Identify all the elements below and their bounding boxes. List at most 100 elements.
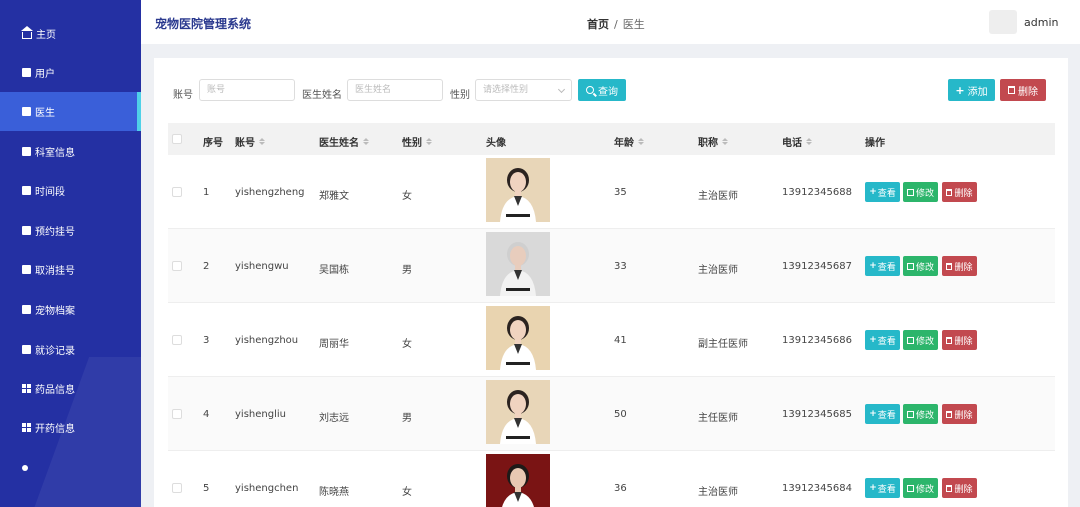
- view-button[interactable]: + 查看: [865, 182, 900, 202]
- row-checkbox[interactable]: [172, 409, 182, 419]
- cell-name: 周丽华: [319, 339, 349, 350]
- row-delete-button[interactable]: 删除: [942, 330, 977, 350]
- account-input[interactable]: [199, 79, 295, 101]
- sidebar-item-user[interactable]: 用户: [0, 53, 141, 92]
- header: 宠物医院管理系统 首页 / 医生 admin: [141, 0, 1080, 44]
- cell-title: 主治医师: [698, 487, 738, 498]
- sort-icon[interactable]: [363, 138, 369, 145]
- add-button[interactable]: + 添加: [948, 79, 995, 101]
- header-age[interactable]: 年龄: [614, 134, 644, 149]
- sidebar-item-label: 科室信息: [35, 148, 75, 159]
- cell-age: 41: [614, 335, 627, 346]
- view-button[interactable]: + 查看: [865, 478, 900, 498]
- cell-title: 主治医师: [698, 191, 738, 202]
- doctor-name-label: 医生姓名: [302, 90, 342, 101]
- header-gender[interactable]: 性别: [402, 134, 432, 149]
- row-checkbox[interactable]: [172, 187, 182, 197]
- edit-icon: [906, 410, 914, 418]
- cell-index: 4: [203, 409, 210, 420]
- avatar[interactable]: [989, 10, 1017, 34]
- prescription-icon: [22, 423, 31, 432]
- breadcrumb-home[interactable]: 首页: [587, 18, 609, 31]
- trash-icon: [946, 410, 953, 418]
- sidebar-item-department[interactable]: 科室信息: [0, 132, 141, 171]
- edit-button[interactable]: 修改: [903, 330, 938, 350]
- sidebar-item-label: 就诊记录: [35, 346, 75, 357]
- edit-button[interactable]: 修改: [903, 404, 938, 424]
- sidebar-item-appointment[interactable]: 预约挂号: [0, 211, 141, 250]
- cell-title: 主任医师: [698, 413, 738, 424]
- gender-select[interactable]: 请选择性别: [475, 79, 572, 101]
- doctor-portrait: [486, 306, 550, 370]
- sort-icon[interactable]: [259, 138, 265, 145]
- sidebar-item-home[interactable]: 主页: [0, 14, 141, 53]
- cell-phone: 13912345687: [782, 261, 852, 272]
- sidebar-item-record[interactable]: 就诊记录: [0, 330, 141, 369]
- delete-button-label: 删除: [1018, 86, 1038, 98]
- cell-index: 5: [203, 483, 210, 494]
- header-phone-label: 电话: [782, 138, 802, 149]
- edit-button[interactable]: 修改: [903, 182, 938, 202]
- breadcrumb-separator: /: [614, 18, 618, 31]
- trash-icon: [946, 188, 953, 196]
- doctor-portrait: [486, 380, 550, 444]
- sidebar-item-medicine[interactable]: 药品信息: [0, 369, 141, 408]
- plus-icon: +: [869, 409, 877, 419]
- delete-button[interactable]: 删除: [1000, 79, 1046, 101]
- sort-icon[interactable]: [722, 138, 728, 145]
- account-label: 账号: [173, 90, 193, 101]
- row-checkbox[interactable]: [172, 335, 182, 345]
- row-delete-button[interactable]: 删除: [942, 404, 977, 424]
- trash-icon: [946, 484, 953, 492]
- sidebar-item-more[interactable]: [0, 448, 141, 487]
- header-name[interactable]: 医生姓名: [319, 134, 369, 149]
- row-checkbox[interactable]: [172, 261, 182, 271]
- row-delete-button[interactable]: 删除: [942, 182, 977, 202]
- sort-icon[interactable]: [426, 138, 432, 145]
- doctor-portrait: [486, 158, 550, 222]
- sidebar-item-cancel[interactable]: 取消挂号: [0, 250, 141, 289]
- plus-icon: +: [869, 335, 877, 345]
- row-delete-button[interactable]: 删除: [942, 478, 977, 498]
- sidebar-item-time[interactable]: 时间段: [0, 171, 141, 210]
- sidebar-item-label: 开药信息: [35, 424, 75, 435]
- sidebar-item-label: 用户: [35, 69, 55, 80]
- sort-icon[interactable]: [806, 138, 812, 145]
- cell-name: 陈晓燕: [319, 487, 349, 498]
- sidebar-item-label: 药品信息: [35, 385, 75, 396]
- sidebar-item-label: 时间段: [35, 187, 65, 198]
- row-delete-button[interactable]: 删除: [942, 256, 977, 276]
- view-label: 查看: [877, 336, 896, 347]
- header-phone[interactable]: 电话: [782, 134, 812, 149]
- delete-label: 删除: [954, 484, 973, 495]
- plus-icon: +: [869, 483, 877, 493]
- username[interactable]: admin: [1024, 16, 1058, 29]
- select-all-checkbox[interactable]: [172, 134, 182, 144]
- doctor-photo: [486, 454, 550, 507]
- trash-icon: [946, 262, 953, 270]
- delete-label: 删除: [954, 410, 973, 421]
- header-account[interactable]: 账号: [235, 134, 265, 149]
- view-button[interactable]: + 查看: [865, 256, 900, 276]
- edit-button[interactable]: 修改: [903, 256, 938, 276]
- view-button[interactable]: + 查看: [865, 404, 900, 424]
- header-avatar-label: 头像: [486, 138, 506, 149]
- sort-icon[interactable]: [638, 138, 644, 145]
- edit-icon: [906, 336, 914, 344]
- query-button[interactable]: 查询: [578, 79, 626, 101]
- sidebar-item-prescription[interactable]: 开药信息: [0, 408, 141, 447]
- view-button[interactable]: + 查看: [865, 330, 900, 350]
- gender-select-placeholder: 请选择性别: [483, 85, 529, 95]
- cell-gender: 男: [402, 265, 412, 276]
- edit-label: 修改: [915, 410, 934, 421]
- cancel-icon: [22, 265, 31, 274]
- edit-icon: [906, 188, 914, 196]
- doctor-name-input[interactable]: [347, 79, 443, 101]
- row-checkbox[interactable]: [172, 483, 182, 493]
- sidebar-item-doctor[interactable]: 医生: [0, 92, 141, 131]
- user-icon: [22, 68, 31, 77]
- delete-label: 删除: [954, 262, 973, 273]
- header-title[interactable]: 职称: [698, 134, 728, 149]
- sidebar-item-archive[interactable]: 宠物档案: [0, 290, 141, 329]
- edit-button[interactable]: 修改: [903, 478, 938, 498]
